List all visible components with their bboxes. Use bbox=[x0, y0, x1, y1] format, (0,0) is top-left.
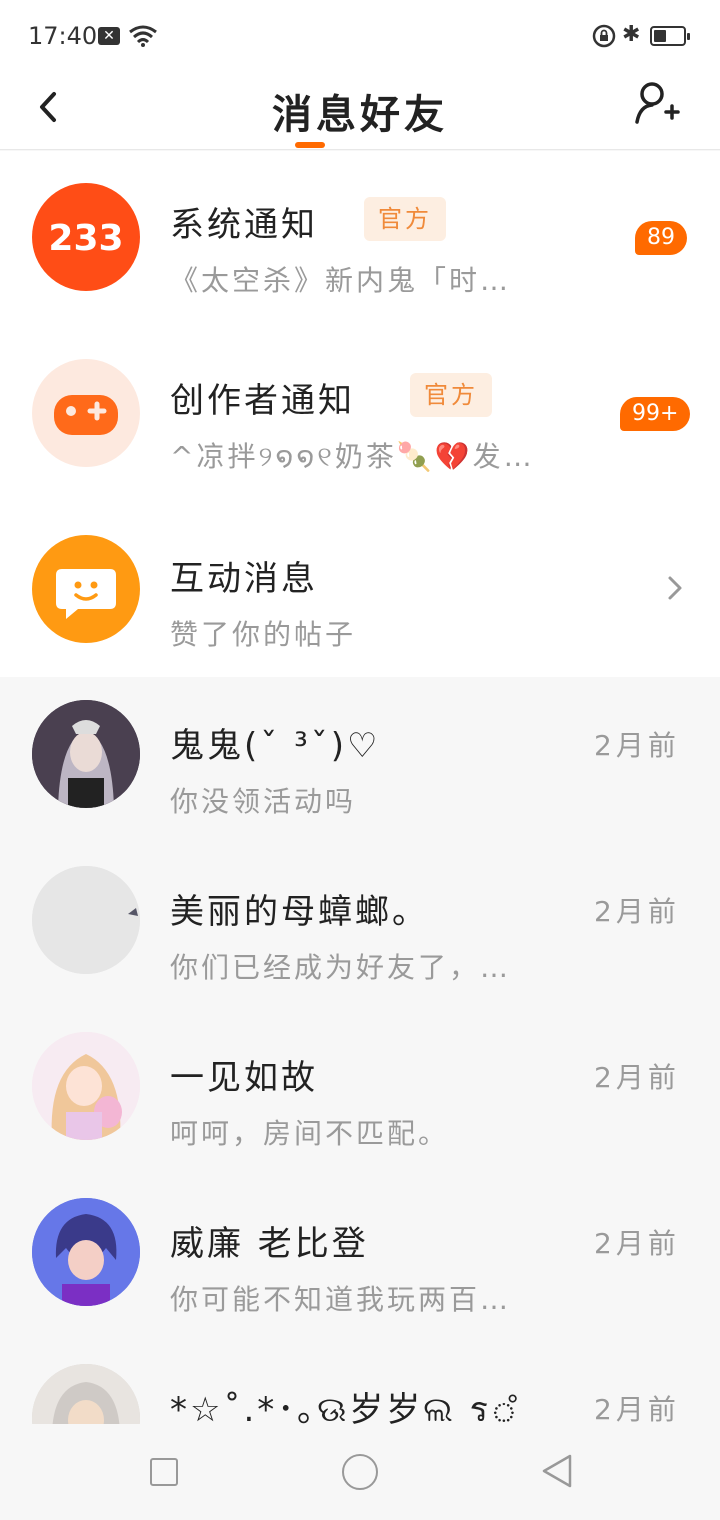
avatar bbox=[32, 1364, 140, 1424]
message-time: 2月前 bbox=[594, 1227, 680, 1260]
message-time: 2月前 bbox=[594, 895, 680, 928]
interaction-title: 互动消息 bbox=[170, 559, 318, 599]
message-time: 2月前 bbox=[594, 729, 680, 762]
bluetooth-icon: ✱ bbox=[622, 22, 641, 47]
chat-bubble-icon bbox=[56, 569, 116, 619]
friend-row[interactable]: *☆˚.*･｡ଊ岁岁ଲ ร‌ஂ 2月前 bbox=[0, 1352, 720, 1424]
home-button[interactable] bbox=[342, 1454, 378, 1490]
unread-badge: 89 bbox=[635, 221, 687, 255]
avatar bbox=[32, 866, 140, 974]
friend-preview: 你没领活动吗 bbox=[170, 785, 357, 818]
message-time: 2月前 bbox=[594, 1061, 680, 1094]
friend-row[interactable]: 一见如故 呵呵，房间不匹配。 2月前 bbox=[0, 1020, 720, 1186]
title-indicator bbox=[295, 142, 325, 148]
avatar bbox=[32, 1032, 140, 1140]
system-notice-avatar: 233 bbox=[32, 183, 140, 291]
interaction-message-row[interactable]: 互动消息 赞了你的帖子 bbox=[0, 503, 720, 669]
status-time: 17:40 bbox=[28, 22, 98, 50]
status-bar: 17:40 ✕ ✱ bbox=[0, 0, 720, 72]
friend-name: 鬼鬼(ˇ ³ˇ)♡ bbox=[170, 726, 381, 766]
friend-preview: 你可能不知道我玩两百… bbox=[170, 1283, 512, 1316]
avatar bbox=[32, 1198, 140, 1306]
avatar bbox=[32, 700, 140, 808]
official-tag: 官方 bbox=[364, 197, 446, 241]
system-notice-preview: 《太空杀》新内鬼「时… bbox=[170, 264, 512, 297]
system-notice-title: 系统通知 bbox=[170, 205, 318, 245]
system-notice-row[interactable]: 233 系统通知 官方 《太空杀》新内鬼「时… 89 bbox=[0, 151, 720, 317]
wifi-icon bbox=[129, 25, 157, 47]
gamepad-icon bbox=[54, 395, 118, 435]
recent-apps-button[interactable] bbox=[150, 1458, 178, 1486]
add-friend-button[interactable] bbox=[632, 78, 682, 130]
nav-back-button[interactable] bbox=[540, 1452, 574, 1490]
rotation-lock-icon bbox=[592, 24, 616, 48]
battery-icon bbox=[650, 26, 690, 46]
friend-preview: 你们已经成为好友了，… bbox=[170, 951, 512, 984]
friend-name: 威廉 老比登 bbox=[170, 1224, 369, 1264]
creator-notice-title: 创作者通知 bbox=[170, 381, 355, 421]
message-time: 2月前 bbox=[594, 1393, 680, 1424]
interaction-avatar bbox=[32, 535, 140, 643]
header: 消息好友 bbox=[0, 72, 720, 150]
friend-preview: 呵呵，房间不匹配。 bbox=[170, 1117, 450, 1150]
friend-row[interactable]: 威廉 老比登 你可能不知道我玩两百… 2月前 bbox=[0, 1186, 720, 1352]
friend-name: *☆˚.*･｡ଊ岁岁ଲ ร‌ஂ bbox=[170, 1390, 520, 1424]
official-tag: 官方 bbox=[410, 373, 492, 417]
system-avatar-text: 233 bbox=[48, 218, 123, 259]
system-nav-bar bbox=[0, 1424, 720, 1520]
creator-notice-row[interactable]: 创作者通知 官方 ^凉拌୨໑໑୧奶茶🍡💔发… 99+ bbox=[0, 327, 720, 493]
page-title: 消息好友 bbox=[272, 92, 448, 138]
chevron-right-icon bbox=[668, 576, 682, 600]
friend-name: 美丽的母蟑螂。 bbox=[170, 892, 429, 932]
unread-badge: 99+ bbox=[620, 397, 691, 431]
creator-notice-avatar bbox=[32, 359, 140, 467]
notification-x-icon: ✕ bbox=[98, 27, 120, 45]
creator-notice-preview: ^凉拌୨໑໑୧奶茶🍡💔发… bbox=[170, 440, 535, 473]
notice-section: 233 系统通知 官方 《太空杀》新内鬼「时… 89 创作者通知 官方 ^凉拌୨… bbox=[0, 151, 720, 677]
friend-name: 一见如故 bbox=[170, 1058, 318, 1098]
interaction-preview: 赞了你的帖子 bbox=[170, 618, 357, 651]
friend-row[interactable]: 鬼鬼(ˇ ³ˇ)♡ 你没领活动吗 2月前 bbox=[0, 688, 720, 854]
friend-row[interactable]: 美丽的母蟑螂。 你们已经成为好友了，… 2月前 bbox=[0, 854, 720, 1020]
